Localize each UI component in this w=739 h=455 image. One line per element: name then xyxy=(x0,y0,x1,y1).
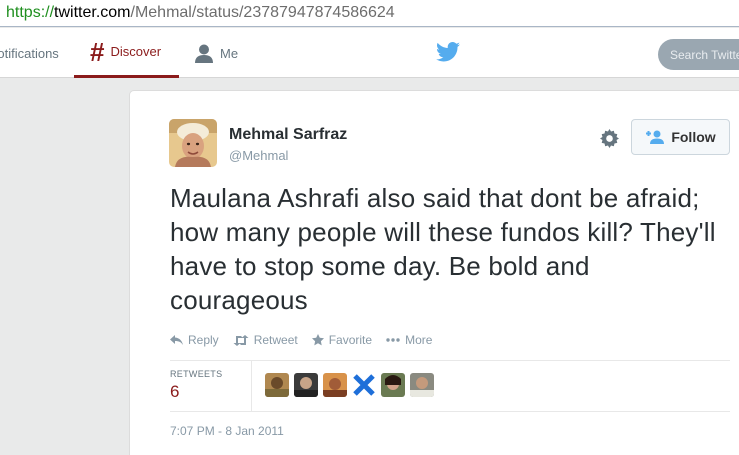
nav-discover[interactable]: # Discover xyxy=(74,28,179,78)
tweet-actions: Reply Retweet Favorite More xyxy=(170,333,446,347)
tweet-timestamp[interactable]: 7:07 PM - 8 Jan 2011 xyxy=(170,424,284,438)
retweeter-avatar[interactable] xyxy=(410,373,434,397)
retweets-count: 6 xyxy=(170,382,180,401)
url-protocol: https:// xyxy=(6,4,55,21)
search-input[interactable]: Search Twitter xyxy=(658,39,739,70)
tweet-card: Mehmal Sarfraz @Mehmal Follow Maulana As… xyxy=(129,90,739,455)
more-dots-icon xyxy=(386,338,400,342)
author-handle[interactable]: @Mehmal xyxy=(229,148,288,163)
hashtag-icon: # xyxy=(90,36,105,67)
retweet-label: Retweet xyxy=(253,333,298,347)
nav-me[interactable]: Me xyxy=(194,28,238,78)
add-user-icon xyxy=(646,130,665,144)
avatar[interactable] xyxy=(169,119,217,167)
tweet-stats: RETWEETS 6 xyxy=(170,360,730,412)
favorite-button[interactable]: Favorite xyxy=(311,333,373,347)
tweet-text: Maulana Ashrafi also said that dont be a… xyxy=(170,183,716,315)
nav-me-label: Me xyxy=(220,45,239,61)
retweet-button[interactable]: Retweet xyxy=(233,333,298,347)
url-host: twitter.com xyxy=(54,4,131,21)
url-path: /Mehmal/status/23787947874586624 xyxy=(130,4,395,21)
url-text[interactable]: https://twitter.com/Mehmal/status/237879… xyxy=(6,4,395,22)
twitter-bird-icon[interactable] xyxy=(436,42,460,62)
address-bar[interactable]: https://twitter.com/Mehmal/status/237879… xyxy=(0,0,739,27)
person-icon xyxy=(195,44,213,63)
nav-notifications-label: Notifications xyxy=(0,45,59,61)
top-navigation: Notifications # Discover Me Search Twitt… xyxy=(0,28,739,78)
reply-label: Reply xyxy=(188,333,219,347)
nav-discover-label: Discover xyxy=(110,44,162,59)
retweets-label: RETWEETS xyxy=(170,369,223,379)
retweeter-avatar[interactable] xyxy=(352,373,376,397)
retweeter-avatar[interactable] xyxy=(265,373,289,397)
author-name[interactable]: Mehmal Sarfraz xyxy=(229,126,347,144)
star-icon xyxy=(311,334,324,346)
reply-button[interactable]: Reply xyxy=(170,333,219,347)
retweets-stat[interactable]: RETWEETS 6 xyxy=(170,361,252,411)
retweeter-avatar[interactable] xyxy=(381,373,405,397)
retweeter-avatar[interactable] xyxy=(323,373,347,397)
reply-icon xyxy=(170,334,183,345)
more-label: More xyxy=(405,333,433,347)
retweeter-avatars xyxy=(265,373,439,397)
follow-button[interactable]: Follow xyxy=(631,119,730,155)
retweeter-avatar[interactable] xyxy=(294,373,318,397)
more-button[interactable]: More xyxy=(386,333,432,347)
favorite-label: Favorite xyxy=(328,333,373,347)
nav-notifications[interactable]: Notifications xyxy=(0,28,59,78)
follow-label: Follow xyxy=(671,129,716,145)
retweet-icon xyxy=(233,334,249,346)
gear-icon[interactable] xyxy=(600,129,619,148)
